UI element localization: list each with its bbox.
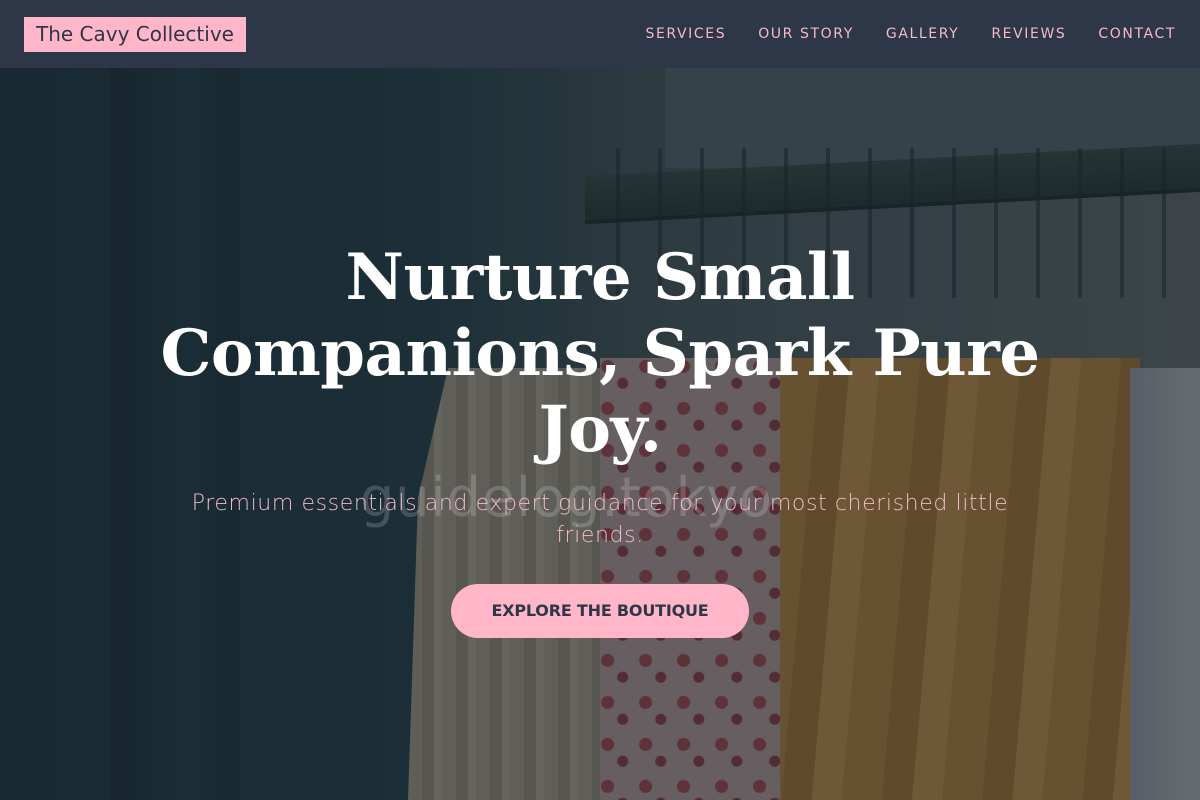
nav-item-services[interactable]: SERVICES — [645, 26, 726, 42]
main-nav: SERVICES OUR STORY GALLERY REVIEWS CONTA… — [645, 26, 1176, 42]
hero-content: Nurture Small Companions, Spark Pure Joy… — [150, 240, 1050, 638]
nav-item-contact[interactable]: CONTACT — [1098, 26, 1176, 42]
site-header: The Cavy Collective SERVICES OUR STORY G… — [0, 0, 1200, 68]
nav-item-gallery[interactable]: GALLERY — [886, 26, 959, 42]
hero-subheadline: Premium essentials and expert guidance f… — [191, 491, 1009, 548]
hero-headline: Nurture Small Companions, Spark Pure Joy… — [160, 240, 1040, 467]
nav-item-reviews[interactable]: REVIEWS — [991, 26, 1066, 42]
nav-item-our-story[interactable]: OUR STORY — [758, 26, 854, 42]
explore-boutique-button[interactable]: EXPLORE THE BOUTIQUE — [451, 584, 749, 638]
brand-logo[interactable]: The Cavy Collective — [24, 16, 246, 52]
